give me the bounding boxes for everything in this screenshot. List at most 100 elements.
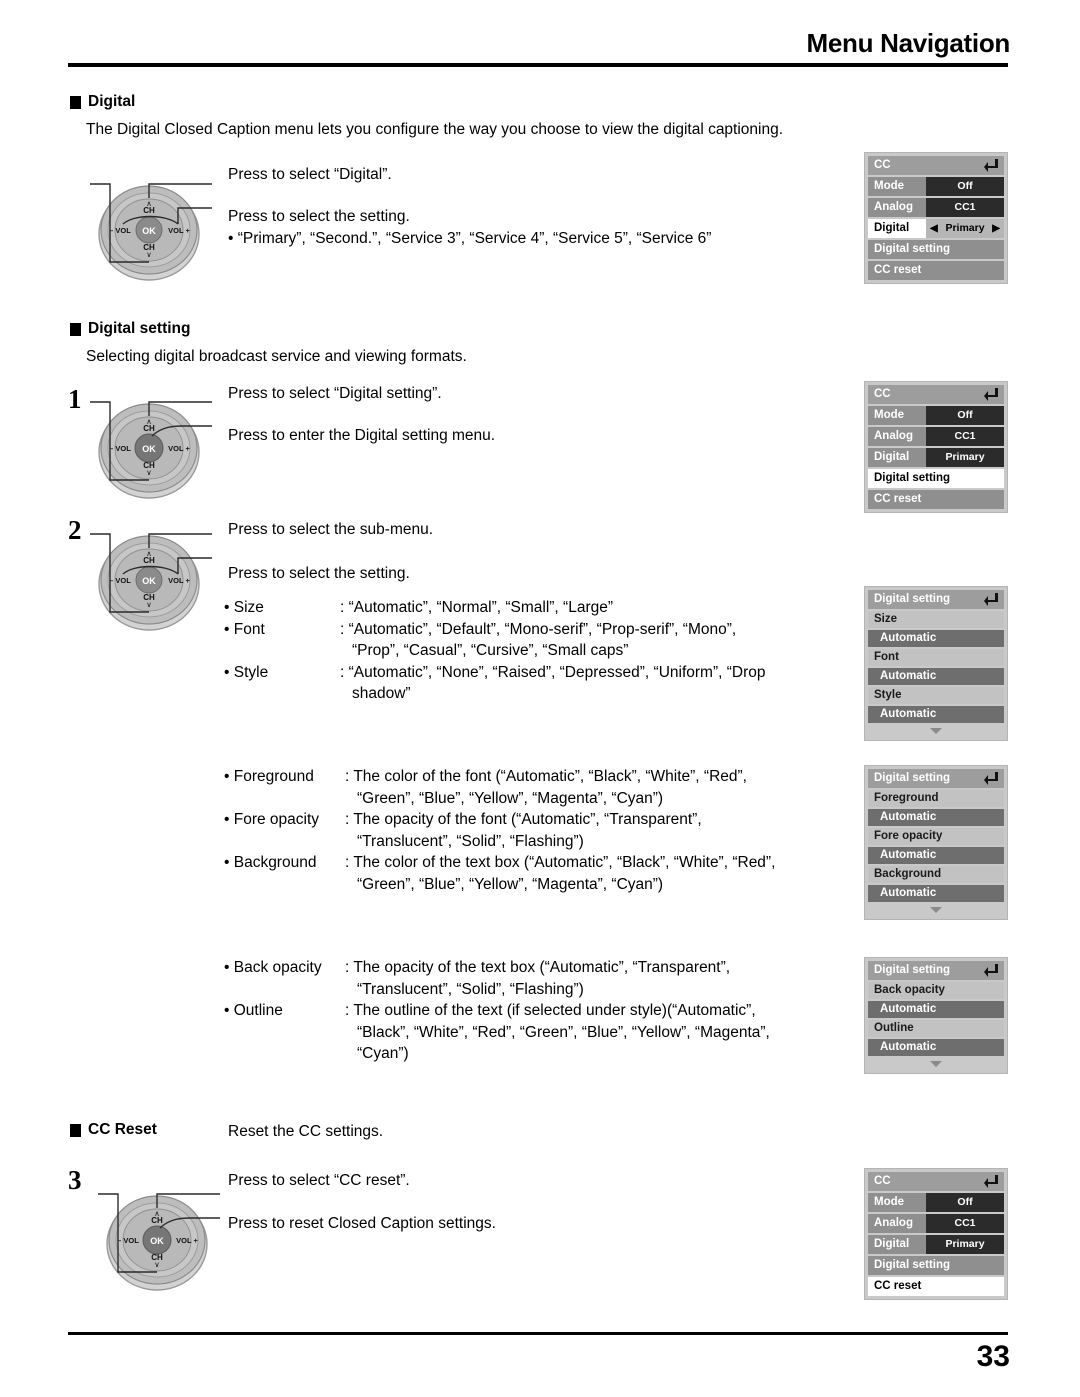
osd-row-analog[interactable]: Analog CC1	[868, 198, 1004, 217]
scroll-more-indicator[interactable]	[868, 725, 1004, 737]
callout-digital-select: Press to select “Digital”.	[228, 166, 392, 183]
chevron-down-icon	[930, 907, 942, 913]
spec-row: • Fore opacity : The opacity of the font…	[224, 809, 775, 831]
spec-row-continuation: “Cyan”)	[224, 1043, 770, 1065]
spec-row: • Font : “Automatic”, “Default”, “Mono-s…	[224, 619, 766, 641]
spec-key: • Fore opacity	[224, 811, 320, 828]
svg-text:– VOL: – VOL	[109, 444, 131, 453]
osd-row-digital[interactable]: Digital ◀ Primary ▶	[868, 219, 1004, 238]
spec-key: • Font	[224, 620, 265, 638]
spec-row: • Style : “Automatic”, “None”, “Raised”,…	[224, 662, 766, 684]
back-arrow-icon[interactable]	[983, 1173, 1000, 1189]
ds-value-style[interactable]: Automatic	[868, 706, 1004, 723]
spec-value: : The outline of the text (if selected u…	[345, 1002, 756, 1019]
spec-row: • Outline : The outline of the text (if …	[224, 1000, 770, 1022]
osd-panel-cc-digital-setting[interactable]: CC Mode Off Analog CC1 Digital Primary D…	[864, 381, 1008, 513]
section-description-digital: The Digital Closed Caption menu lets you…	[86, 121, 784, 138]
ds-value-back-opacity[interactable]: Automatic	[868, 1001, 1004, 1018]
osd-row-analog-label: Analog	[868, 427, 926, 446]
spec-value: : “Automatic”, “Default”, “Mono-serif”, …	[340, 620, 737, 638]
back-arrow-icon[interactable]	[983, 386, 1000, 402]
back-arrow-icon[interactable]	[983, 157, 1000, 173]
ds-value-outline[interactable]: Automatic	[868, 1039, 1004, 1056]
osd-row-mode-label: Mode	[868, 177, 926, 196]
svg-text:VOL +: VOL +	[168, 444, 190, 453]
svg-text:CH: CH	[143, 206, 155, 215]
osd-row-mode[interactable]: Mode Off	[868, 406, 1004, 425]
chevron-left-icon[interactable]: ◀	[930, 219, 938, 238]
ds-value-fore-opacity[interactable]: Automatic	[868, 847, 1004, 864]
osd-row-mode-value: Off	[926, 406, 1004, 425]
osd-title-label: CC	[874, 388, 891, 400]
remote-navigation-wheel-step3[interactable]: OK ∧ CH CH ∨ – VOL VOL +	[98, 1188, 220, 1292]
chevron-right-icon[interactable]: ▶	[992, 219, 1000, 238]
spec-key-spacer	[224, 1043, 357, 1065]
remote-wheel-svg: OK ∧ CH CH ∨ – VOL VOL +	[90, 401, 212, 499]
ds-label-fore-opacity: Fore opacity	[868, 828, 1004, 845]
osd-row-cc-reset[interactable]: CC reset	[868, 1277, 1004, 1296]
scroll-more-indicator[interactable]	[868, 1058, 1004, 1070]
osd-row-analog-value: CC1	[926, 198, 1004, 217]
scroll-more-indicator[interactable]	[868, 904, 1004, 916]
ds-value-font[interactable]: Automatic	[868, 668, 1004, 685]
square-bullet-icon	[70, 322, 81, 336]
osd-panel-digital-setting-size[interactable]: Digital setting Size Automatic Font Auto…	[864, 586, 1008, 741]
square-bullet-icon	[70, 95, 81, 109]
back-arrow-icon[interactable]	[983, 770, 1000, 786]
svg-text:OK: OK	[142, 444, 156, 454]
callout-step1-enter: Press to enter the Digital setting menu.	[228, 427, 496, 444]
osd-panel-digital-setting-foreground[interactable]: Digital setting Foreground Automatic For…	[864, 765, 1008, 920]
ds-value-background[interactable]: Automatic	[868, 885, 1004, 902]
osd-row-analog[interactable]: Analog CC1	[868, 1214, 1004, 1233]
spec-row-continuation: “Prop”, “Casual”, “Cursive”, “Small caps…	[224, 640, 766, 662]
remote-wheel-svg: OK ∧ CH CH ∨ – VOL VOL +	[90, 183, 212, 281]
osd-row-cc-reset[interactable]: CC reset	[868, 261, 1004, 280]
section-description-digital-setting: Selecting digital broadcast service and …	[86, 348, 467, 365]
osd-title-label: Digital setting	[874, 772, 951, 784]
callout-step3-reset: Press to reset Closed Caption settings.	[228, 1215, 496, 1232]
osd-row-cc-reset[interactable]: CC reset	[868, 490, 1004, 509]
ds-value-foreground[interactable]: Automatic	[868, 809, 1004, 826]
back-arrow-icon[interactable]	[983, 962, 1000, 978]
osd-panel-cc-reset[interactable]: CC Mode Off Analog CC1 Digital Primary D…	[864, 1168, 1008, 1300]
section-heading-digital-setting: Digital setting	[70, 320, 190, 338]
svg-text:OK: OK	[142, 576, 156, 586]
osd-title-bar: Digital setting	[868, 590, 1004, 609]
ds-label-background: Background	[868, 866, 1004, 883]
osd-title-bar: Digital setting	[868, 769, 1004, 788]
spec-row-continuation: “Green”, “Blue”, “Yellow”, “Magenta”, “C…	[224, 788, 775, 810]
remote-navigation-wheel-step2[interactable]: OK ∧ CH CH ∨ – VOL VOL +	[90, 528, 212, 632]
osd-row-digital[interactable]: Digital Primary	[868, 448, 1004, 467]
remote-navigation-wheel-digital[interactable]: OK ∧ CH CH ∨ – VOL VOL +	[90, 178, 212, 282]
callout-digital-setting-select: Press to select the setting.	[228, 208, 410, 225]
svg-text:∨: ∨	[154, 1260, 160, 1269]
ds-label-style: Style	[868, 687, 1004, 704]
svg-text:CH: CH	[143, 424, 155, 433]
osd-panel-digital-setting-backopacity[interactable]: Digital setting Back opacity Automatic O…	[864, 957, 1008, 1074]
osd-row-mode[interactable]: Mode Off	[868, 177, 1004, 196]
spec-value-continuation: “Green”, “Blue”, “Yellow”, “Magenta”, “C…	[357, 875, 664, 893]
page-title: Menu Navigation	[806, 28, 1010, 58]
osd-row-mode[interactable]: Mode Off	[868, 1193, 1004, 1212]
spec-row: • Back opacity : The opacity of the text…	[224, 957, 770, 979]
osd-row-digital-setting[interactable]: Digital setting	[868, 469, 1004, 488]
remote-navigation-wheel-step1[interactable]: OK ∧ CH CH ∨ – VOL VOL +	[90, 396, 212, 500]
osd-row-analog-value: CC1	[926, 427, 1004, 446]
callout-step2-submenu: Press to select the sub-menu.	[228, 521, 434, 538]
svg-text:CH: CH	[151, 1216, 163, 1225]
ds-value-size[interactable]: Automatic	[868, 630, 1004, 647]
osd-row-digital[interactable]: Digital Primary	[868, 1235, 1004, 1254]
chevron-down-icon	[930, 728, 942, 734]
spec-row-continuation: “Black”, “White”, “Red”, “Green”, “Blue”…	[224, 1022, 770, 1044]
osd-title-bar: CC	[868, 1172, 1004, 1191]
spec-key-spacer	[224, 1022, 357, 1044]
osd-row-analog[interactable]: Analog CC1	[868, 427, 1004, 446]
step-number-1: 1	[68, 384, 82, 414]
osd-row-digital-setting[interactable]: Digital setting	[868, 1256, 1004, 1275]
osd-title-bar: CC	[868, 156, 1004, 175]
spec-key-spacer	[224, 788, 357, 810]
back-arrow-icon[interactable]	[983, 591, 1000, 607]
osd-row-digital-setting[interactable]: Digital setting	[868, 240, 1004, 259]
osd-panel-cc-digital[interactable]: CC Mode Off Analog CC1 Digital ◀ Primary…	[864, 152, 1008, 284]
callout-step2-setting: Press to select the setting.	[228, 565, 410, 582]
